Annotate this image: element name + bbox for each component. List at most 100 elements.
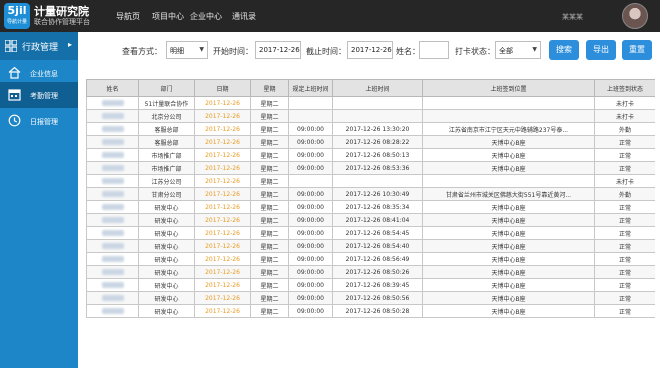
view-mode-value: 明细: [170, 47, 184, 55]
cell-weekday: 星期二: [250, 122, 289, 136]
cell-date: 2017-12-26: [194, 252, 251, 266]
cell-checkin-status: 正常: [594, 278, 655, 292]
cell-checkin-location: 天博中心B座: [422, 226, 595, 240]
cell-checkin-status: 外勤: [594, 187, 655, 201]
cell-department: 研发中心: [138, 213, 195, 227]
cell-weekday: 星期二: [250, 252, 289, 266]
cell-scheduled-time: 09:00:00: [288, 239, 333, 253]
start-date-input[interactable]: 2017-12-26: [255, 41, 301, 59]
cell-date: 2017-12-26: [194, 122, 251, 136]
table-row[interactable]: 研发中心 2017-12-26 星期二 09:00:00 2017-12-26 08:5…: [86, 226, 655, 240]
cell-checkin-time: [332, 174, 423, 188]
cell-department: 研发中心: [138, 291, 195, 305]
cell-checkin-status: 未打卡: [594, 109, 655, 123]
cell-name: [86, 265, 139, 279]
table-row[interactable]: 研发中心 2017-12-26 星期二 09:00:00 2017-12-26 08:5…: [86, 291, 655, 305]
cell-scheduled-time: 09:00:00: [288, 278, 333, 292]
cell-scheduled-time: 09:00:00: [288, 135, 333, 149]
nav-enterprise[interactable]: 企业中心: [190, 11, 222, 22]
sidebar-item-label: 企业信息: [30, 70, 58, 78]
cell-checkin-status: 未打卡: [594, 174, 655, 188]
cell-department: 北京分公司: [138, 109, 195, 123]
cell-checkin-location: 天博中心B座: [422, 278, 595, 292]
logo-text: 5jil: [7, 4, 27, 17]
chevron-right-icon: ▸: [68, 40, 73, 49]
redacted-name: [101, 295, 124, 301]
cell-checkin-location: 天博中心B座: [422, 252, 595, 266]
view-mode-label: 查看方式：: [122, 47, 162, 56]
reset-button[interactable]: 重置: [622, 40, 652, 60]
cell-date: 2017-12-26: [194, 291, 251, 305]
cell-date: 2017-12-26: [194, 213, 251, 227]
username[interactable]: 某某某: [562, 12, 583, 22]
view-mode-select[interactable]: 明细 ▼: [166, 41, 208, 59]
sidebar-item-label: 日报管理: [30, 118, 58, 126]
cell-name: [86, 161, 139, 175]
cell-department: 市场推广部: [138, 161, 195, 175]
table-row[interactable]: 51计量联合协作 2017-12-26 星期二 未打卡: [86, 96, 655, 110]
cell-date: 2017-12-26: [194, 200, 251, 214]
nav-contacts[interactable]: 通讯录: [232, 11, 256, 22]
table-row[interactable]: 市场推广部 2017-12-26 星期二 09:00:00 2017-12-26 08:…: [86, 161, 655, 175]
cell-checkin-time: [332, 109, 423, 123]
cell-checkin-location: 天博中心B座: [422, 239, 595, 253]
table-row[interactable]: 甘肃分公司 2017-12-26 星期二 09:00:00 2017-12-26 10:…: [86, 187, 655, 201]
export-button[interactable]: 导出: [586, 40, 616, 60]
cell-checkin-status: 正常: [594, 291, 655, 305]
cell-scheduled-time: 09:00:00: [288, 291, 333, 305]
cell-weekday: 星期二: [250, 148, 289, 162]
cell-weekday: 星期二: [250, 109, 289, 123]
column-header-checkin-status: 上班签到状态: [594, 79, 655, 97]
cell-department: 研发中心: [138, 278, 195, 292]
cell-department: 研发中心: [138, 252, 195, 266]
table-row[interactable]: 研发中心 2017-12-26 星期二 09:00:00 2017-12-26 08:4…: [86, 213, 655, 227]
column-header-scheduled-time: 规定上班时间: [288, 79, 333, 97]
cell-checkin-location: 天博中心B座: [422, 304, 595, 318]
cell-scheduled-time: 09:00:00: [288, 187, 333, 201]
sidebar-item-daily-report[interactable]: 日报管理: [0, 108, 78, 134]
cell-date: 2017-12-26: [194, 226, 251, 240]
table-row[interactable]: 研发中心 2017-12-26 星期二 09:00:00 2017-12-26 08:5…: [86, 239, 655, 253]
search-button[interactable]: 搜索: [549, 40, 579, 60]
column-header-name: 姓名: [86, 79, 139, 97]
table-row[interactable]: 研发中心 2017-12-26 星期二 09:00:00 2017-12-26 08:3…: [86, 278, 655, 292]
table-row[interactable]: 客服总部 2017-12-26 星期二 09:00:00 2017-12-26 08:2…: [86, 135, 655, 149]
cell-checkin-location: 天博中心B座: [422, 161, 595, 175]
nav-projects[interactable]: 项目中心: [152, 11, 184, 22]
nav-home[interactable]: 导航页: [116, 11, 140, 22]
table-row[interactable]: 江苏分公司 2017-12-26 星期二 未打卡: [86, 174, 655, 188]
redacted-name: [101, 217, 124, 223]
redacted-name: [101, 126, 124, 132]
cell-checkin-location: [422, 174, 595, 188]
table-header-row: 姓名 部门 日期 星期 规定上班时间 上班时间 上班签到位置 上班签到状态: [86, 79, 655, 97]
status-select[interactable]: 全部 ▼: [495, 41, 541, 59]
filter-bar: 查看方式： 明细 ▼ 开始时间： 2017-12-26 截止时间： 2017-1…: [78, 32, 660, 70]
table-row[interactable]: 市场推广部 2017-12-26 星期二 09:00:00 2017-12-26 08:…: [86, 148, 655, 162]
sidebar-item-attendance[interactable]: 考勤管理: [0, 82, 78, 108]
redacted-name: [101, 308, 124, 314]
cell-checkin-status: 正常: [594, 213, 655, 227]
table-row[interactable]: 研发中心 2017-12-26 星期二 09:00:00 2017-12-26 08:5…: [86, 265, 655, 279]
table-row[interactable]: 研发中心 2017-12-26 星期二 09:00:00 2017-12-26 08:3…: [86, 200, 655, 214]
table-row[interactable]: 研发中心 2017-12-26 星期二 09:00:00 2017-12-26 08:5…: [86, 252, 655, 266]
cell-weekday: 星期二: [250, 265, 289, 279]
cell-department: 研发中心: [138, 265, 195, 279]
redacted-name: [101, 282, 124, 288]
cell-date: 2017-12-26: [194, 109, 251, 123]
cell-weekday: 星期二: [250, 174, 289, 188]
home-icon: [8, 66, 21, 79]
logo[interactable]: 5jil 导航计量: [4, 3, 30, 29]
sidebar-section-admin[interactable]: 行政管理 ▸: [0, 32, 78, 60]
cell-name: [86, 278, 139, 292]
cell-scheduled-time: [288, 174, 333, 188]
table-row[interactable]: 研发中心 2017-12-26 星期二 09:00:00 2017-12-26 08:5…: [86, 304, 655, 318]
cell-checkin-location: 天博中心B座: [422, 200, 595, 214]
redacted-name: [101, 139, 124, 145]
table-row[interactable]: 北京分公司 2017-12-26 星期二 未打卡: [86, 109, 655, 123]
avatar[interactable]: [622, 3, 648, 29]
table-row[interactable]: 客服总部 2017-12-26 星期二 09:00:00 2017-12-26 13:3…: [86, 122, 655, 136]
end-date-input[interactable]: 2017-12-26: [347, 41, 393, 59]
cell-date: 2017-12-26: [194, 135, 251, 149]
name-input[interactable]: [419, 41, 449, 59]
logo-subtext: 导航计量: [6, 19, 27, 25]
